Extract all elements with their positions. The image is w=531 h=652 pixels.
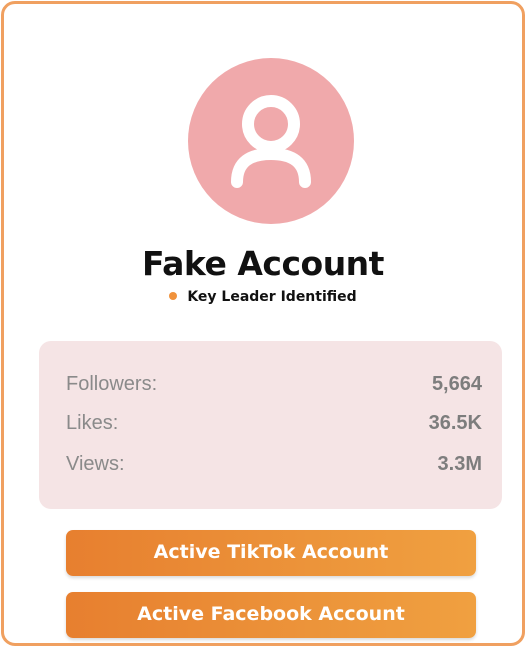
stat-row-followers: Followers: 5,664 [66,369,482,399]
stat-value: 36.5K [428,412,482,434]
stat-label: Views: [66,453,125,475]
status-line: Key Leader Identified [4,289,522,305]
active-tiktok-account-button[interactable]: Active TikTok Account [66,530,476,576]
active-facebook-account-button[interactable]: Active Facebook Account [66,592,476,638]
stats-panel: Followers: 5,664 Likes: 36.5K Views: 3.3… [39,341,502,509]
status-dot-icon [169,292,178,300]
account-name: Fake Account [142,244,384,283]
stat-row-views: Views: 3.3M [66,449,482,479]
profile-card: Fake Account Key Leader Identified Follo… [1,1,525,646]
user-icon [231,95,311,188]
status-text: Key Leader Identified [187,289,357,305]
stat-label: Likes: [66,412,119,434]
stat-value: 3.3M [437,453,482,475]
stat-label: Followers: [66,373,158,395]
stat-value: 5,664 [431,373,482,395]
stat-row-likes: Likes: 36.5K [66,408,482,438]
avatar [188,58,354,224]
